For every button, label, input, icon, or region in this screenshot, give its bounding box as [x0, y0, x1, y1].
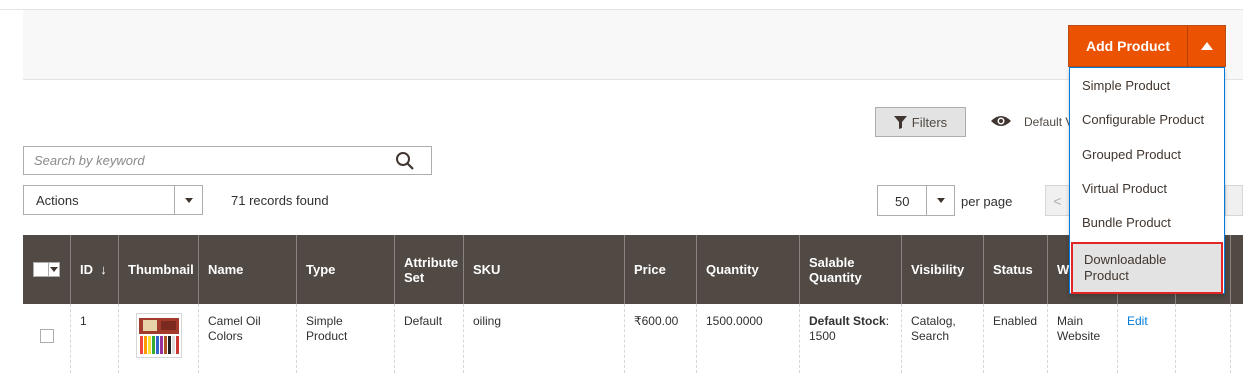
column-header-salable-quantity[interactable]: Salable Quantity — [800, 235, 902, 304]
column-header-sku[interactable]: SKU — [464, 235, 625, 304]
salable-stock-name: Default Stock — [809, 314, 886, 328]
column-header-attribute-set[interactable]: Attribute Set — [395, 235, 464, 304]
cell-type-text: Simple Product — [306, 314, 348, 343]
chevron-down-icon — [50, 267, 58, 272]
cell-websites: Main Website — [1048, 304, 1118, 373]
cell-name-text: Camel Oil Colors — [208, 314, 261, 343]
add-product-split-button: Add Product — [1068, 25, 1226, 67]
grid-header: ID ↓ Thumbnail Name Type Attribute Set S… — [23, 235, 1243, 304]
filters-button[interactable]: Filters — [875, 107, 966, 137]
cell-visibility-text: Catalog, Search — [911, 314, 956, 343]
per-page-value: 50 — [895, 194, 910, 209]
search-input[interactable] — [24, 147, 384, 174]
keyword-search — [23, 146, 432, 175]
cell-sku: oiling — [464, 304, 625, 373]
column-header-name[interactable]: Name — [199, 235, 297, 304]
column-header-label: Salable Quantity — [809, 254, 862, 285]
edit-link[interactable]: Edit — [1127, 314, 1148, 328]
column-header-status[interactable]: Status — [984, 235, 1048, 304]
next-page-button[interactable] — [1225, 185, 1243, 216]
prev-page-button[interactable]: < — [1045, 185, 1070, 216]
cell-name: Camel Oil Colors — [199, 304, 297, 373]
mass-select-dropdown[interactable] — [49, 262, 60, 277]
menu-item-simple-product[interactable]: Simple Product — [1070, 78, 1224, 94]
menu-item-grouped-product[interactable]: Grouped Product — [1070, 147, 1224, 163]
product-thumbnail-image[interactable] — [136, 313, 182, 358]
actions-select[interactable]: Actions — [23, 185, 203, 215]
column-header-label: ID — [80, 262, 93, 277]
caret-up-icon — [1200, 42, 1213, 50]
column-header-label: Attribute Set — [404, 254, 459, 285]
column-header-type[interactable]: Type — [297, 235, 395, 304]
menu-item-downloadable-label: Downloadable Product — [1084, 252, 1167, 283]
menu-item-configurable-product[interactable]: Configurable Product — [1070, 112, 1224, 128]
per-page-label: per page — [961, 194, 1013, 209]
column-header-price[interactable]: Price — [625, 235, 697, 304]
menu-item-bundle-product[interactable]: Bundle Product — [1070, 215, 1224, 231]
chevron-down-icon — [184, 197, 193, 203]
per-page-dropdown-arrow[interactable] — [926, 186, 954, 215]
cell-salable-quantity: Default Stock: 1500 — [800, 304, 902, 373]
per-page-select[interactable]: 50 — [877, 185, 955, 216]
cell-type: Simple Product — [297, 304, 395, 373]
add-product-button[interactable]: Add Product — [1069, 26, 1187, 66]
column-header-thumbnail[interactable]: Thumbnail — [119, 235, 199, 304]
cell-quantity: 1500.0000 — [697, 304, 800, 373]
filters-label: Filters — [911, 114, 948, 130]
chevron-down-icon — [936, 198, 945, 203]
checkbox-box — [33, 262, 49, 277]
row-checkbox[interactable] — [40, 329, 54, 343]
cell-extra — [1176, 304, 1231, 373]
filter-icon — [893, 115, 907, 129]
top-strip — [0, 0, 1243, 10]
column-header-visibility[interactable]: Visibility — [902, 235, 984, 304]
column-header-id[interactable]: ID ↓ — [71, 235, 119, 304]
menu-item-virtual-product[interactable]: Virtual Product — [1070, 181, 1224, 197]
default-view-label[interactable]: Default V — [1024, 115, 1069, 129]
records-count: 71 records found — [231, 193, 329, 208]
mass-select-column — [23, 235, 71, 304]
cell-visibility: Catalog, Search — [902, 304, 984, 373]
cell-websites-text: Main Website — [1057, 314, 1101, 343]
table-row: 1 Camel Oil Colors Simple Product Defaul… — [23, 304, 1243, 373]
add-product-toggle[interactable] — [1187, 26, 1225, 66]
eye-icon[interactable] — [990, 114, 1012, 128]
cell-attribute-set: Default — [395, 304, 464, 373]
cell-id: 1 — [71, 304, 119, 373]
column-header-quantity[interactable]: Quantity — [697, 235, 800, 304]
row-select-cell — [23, 304, 71, 373]
paint-tubes-image — [137, 314, 181, 357]
cell-action: Edit — [1118, 304, 1176, 373]
add-product-menu: Simple Product Configurable Product Grou… — [1069, 67, 1225, 294]
cell-price: ₹600.00 — [625, 304, 697, 373]
sort-arrow-icon: ↓ — [100, 262, 107, 277]
page-actions-bar — [23, 10, 1243, 80]
actions-label: Actions — [36, 193, 79, 208]
cell-status: Enabled — [984, 304, 1048, 373]
search-icon[interactable] — [395, 151, 415, 171]
menu-item-downloadable-product[interactable]: Downloadable Product — [1071, 242, 1223, 294]
actions-dropdown-arrow[interactable] — [174, 186, 202, 214]
mass-select-checkbox[interactable] — [33, 262, 60, 277]
